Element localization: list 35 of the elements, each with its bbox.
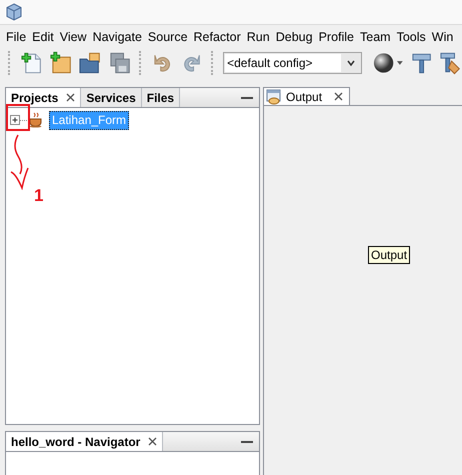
- config-dropdown[interactable]: <default config>: [223, 52, 362, 74]
- hammer-icon[interactable]: [410, 51, 433, 75]
- new-file-icon[interactable]: [20, 51, 44, 75]
- expand-icon[interactable]: [10, 114, 21, 126]
- globe-icon[interactable]: [372, 51, 395, 75]
- coffee-cup-icon: [28, 112, 44, 128]
- menu-item[interactable]: Run: [246, 29, 270, 47]
- window-icon: [266, 88, 282, 104]
- output-tab[interactable]: Output: [264, 87, 350, 105]
- minimize-icon[interactable]: [241, 440, 253, 444]
- save-all-icon[interactable]: [108, 51, 131, 75]
- menu-item[interactable]: Source: [148, 29, 188, 47]
- menu-item[interactable]: Refactor: [194, 29, 241, 47]
- new-project-icon[interactable]: [49, 51, 72, 75]
- minimize-icon[interactable]: [241, 96, 253, 100]
- menu-item[interactable]: Navigate: [92, 29, 142, 47]
- panel-tab[interactable]: hello_word - Navigator: [6, 432, 164, 451]
- menu-item[interactable]: Tools: [396, 29, 426, 47]
- annotation-label: 1: [34, 187, 44, 205]
- panel-tab[interactable]: Projects: [6, 88, 82, 107]
- open-folder-icon[interactable]: [78, 51, 102, 75]
- menu-item[interactable]: Edit: [32, 29, 54, 47]
- cube-icon: [6, 3, 22, 21]
- tooltip: Output: [368, 246, 410, 264]
- close-icon[interactable]: [334, 92, 344, 101]
- menu-item[interactable]: Profile: [318, 29, 354, 47]
- annotation-rectangle: [6, 104, 30, 131]
- close-icon[interactable]: [66, 93, 76, 102]
- menu-item[interactable]: Debug: [276, 29, 313, 47]
- close-icon[interactable]: [148, 437, 158, 446]
- menu-item[interactable]: View: [60, 29, 87, 47]
- menu-item[interactable]: File: [6, 29, 26, 47]
- menu-item[interactable]: Team: [360, 29, 391, 47]
- hammer-broom-icon[interactable]: [438, 51, 462, 75]
- menu-item[interactable]: Win: [432, 29, 454, 47]
